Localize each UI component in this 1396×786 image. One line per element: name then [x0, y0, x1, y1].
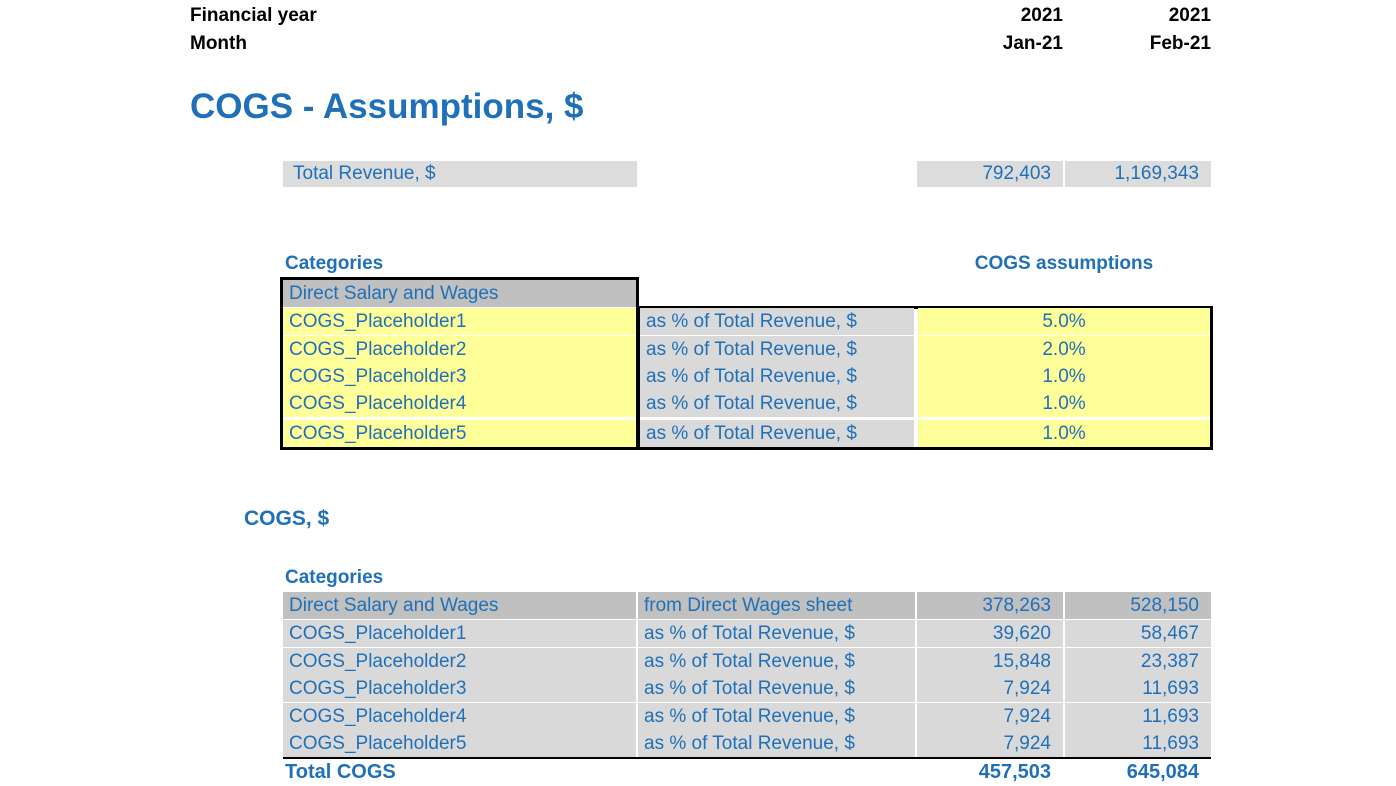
cogs-row-value-feb: 11,693 — [1065, 703, 1211, 730]
cogs-row-name: COGS_Placeholder3 — [283, 675, 636, 702]
financial-year-col2: 2021 — [1168, 5, 1211, 26]
cogs-row-basis: as % of Total Revenue, $ — [638, 620, 915, 647]
assumption-row-input[interactable]: 5.0% — [918, 308, 1210, 335]
total-cogs-value-jan: 457,503 — [978, 761, 1051, 783]
assumption-row-basis: as % of Total Revenue, $ — [640, 363, 914, 390]
cogs-row-basis: as % of Total Revenue, $ — [638, 730, 915, 757]
cogs-row-basis: as % of Total Revenue, $ — [638, 675, 915, 702]
assumption-row-name[interactable]: COGS_Placeholder2 — [283, 336, 636, 363]
cogs-row-name: COGS_Placeholder4 — [283, 703, 636, 730]
cogs-row-value-feb: 528,150 — [1065, 592, 1211, 619]
financial-year-col1: 2021 — [1020, 5, 1063, 26]
financial-year-label: Financial year — [190, 5, 317, 26]
month-label: Month — [190, 33, 247, 54]
cogs-row-name: COGS_Placeholder1 — [283, 620, 636, 647]
assumption-row-name[interactable]: COGS_Placeholder3 — [283, 363, 636, 390]
assumption-row-input[interactable]: 1.0% — [918, 363, 1210, 390]
assumptions-values-header: COGS assumptions — [974, 253, 1154, 274]
cogs-row-value-jan: 378,263 — [917, 592, 1063, 619]
total-revenue-value-feb: 1,169,343 — [1065, 161, 1211, 187]
assumption-row-name[interactable]: COGS_Placeholder1 — [283, 308, 636, 335]
cogs-row-value-jan: 7,924 — [917, 675, 1063, 702]
assumption-row-name: Direct Salary and Wages — [283, 280, 636, 307]
page-title: COGS - Assumptions, $ — [190, 87, 584, 126]
assumption-row-basis: as % of Total Revenue, $ — [640, 420, 914, 447]
month-col2: Feb-21 — [1149, 33, 1211, 54]
financial-year-row: Financial year 2021 2021 — [0, 2, 1396, 30]
assumption-row-basis: as % of Total Revenue, $ — [640, 308, 914, 335]
cogs-row-value-jan: 15,848 — [917, 648, 1063, 675]
total-cogs-label: Total COGS — [285, 761, 396, 783]
cogs-section-title: COGS, $ — [244, 507, 330, 530]
cogs-row-value-feb: 58,467 — [1065, 620, 1211, 647]
assumption-row-name[interactable]: COGS_Placeholder5 — [283, 420, 636, 447]
cogs-row-basis: as % of Total Revenue, $ — [638, 648, 915, 675]
assumptions-categories-header: Categories — [285, 253, 384, 274]
cogs-row-basis: as % of Total Revenue, $ — [638, 703, 915, 730]
spreadsheet-canvas: Financial year 2021 2021 Month Jan-21 Fe… — [0, 0, 1396, 786]
cogs-row-name: COGS_Placeholder2 — [283, 648, 636, 675]
assumption-row-input[interactable]: 2.0% — [918, 336, 1210, 363]
cogs-categories-header: Categories — [285, 567, 384, 588]
assumption-row-input[interactable]: 1.0% — [918, 390, 1210, 417]
cogs-row-name: COGS_Placeholder5 — [283, 730, 636, 757]
total-cogs-value-feb: 645,084 — [1126, 761, 1199, 783]
cogs-row-basis: from Direct Wages sheet — [638, 592, 915, 619]
cogs-row-value-feb: 11,693 — [1065, 730, 1211, 757]
assumption-row-basis: as % of Total Revenue, $ — [640, 336, 914, 363]
assumption-row-name[interactable]: COGS_Placeholder4 — [283, 390, 636, 417]
cogs-row-name: Direct Salary and Wages — [283, 592, 636, 619]
total-revenue-label: Total Revenue, $ — [283, 161, 637, 187]
cogs-row-value-feb: 23,387 — [1065, 648, 1211, 675]
cogs-row-value-jan: 39,620 — [917, 620, 1063, 647]
assumption-row-input[interactable]: 1.0% — [918, 420, 1210, 447]
total-revenue-value-jan: 792,403 — [917, 161, 1063, 187]
cogs-row-value-feb: 11,693 — [1065, 675, 1211, 702]
cogs-row-value-jan: 7,924 — [917, 730, 1063, 757]
cogs-row-value-jan: 7,924 — [917, 703, 1063, 730]
month-col1: Jan-21 — [1002, 33, 1063, 54]
assumption-row-basis: as % of Total Revenue, $ — [640, 390, 914, 417]
month-row: Month Jan-21 Feb-21 — [0, 30, 1396, 58]
